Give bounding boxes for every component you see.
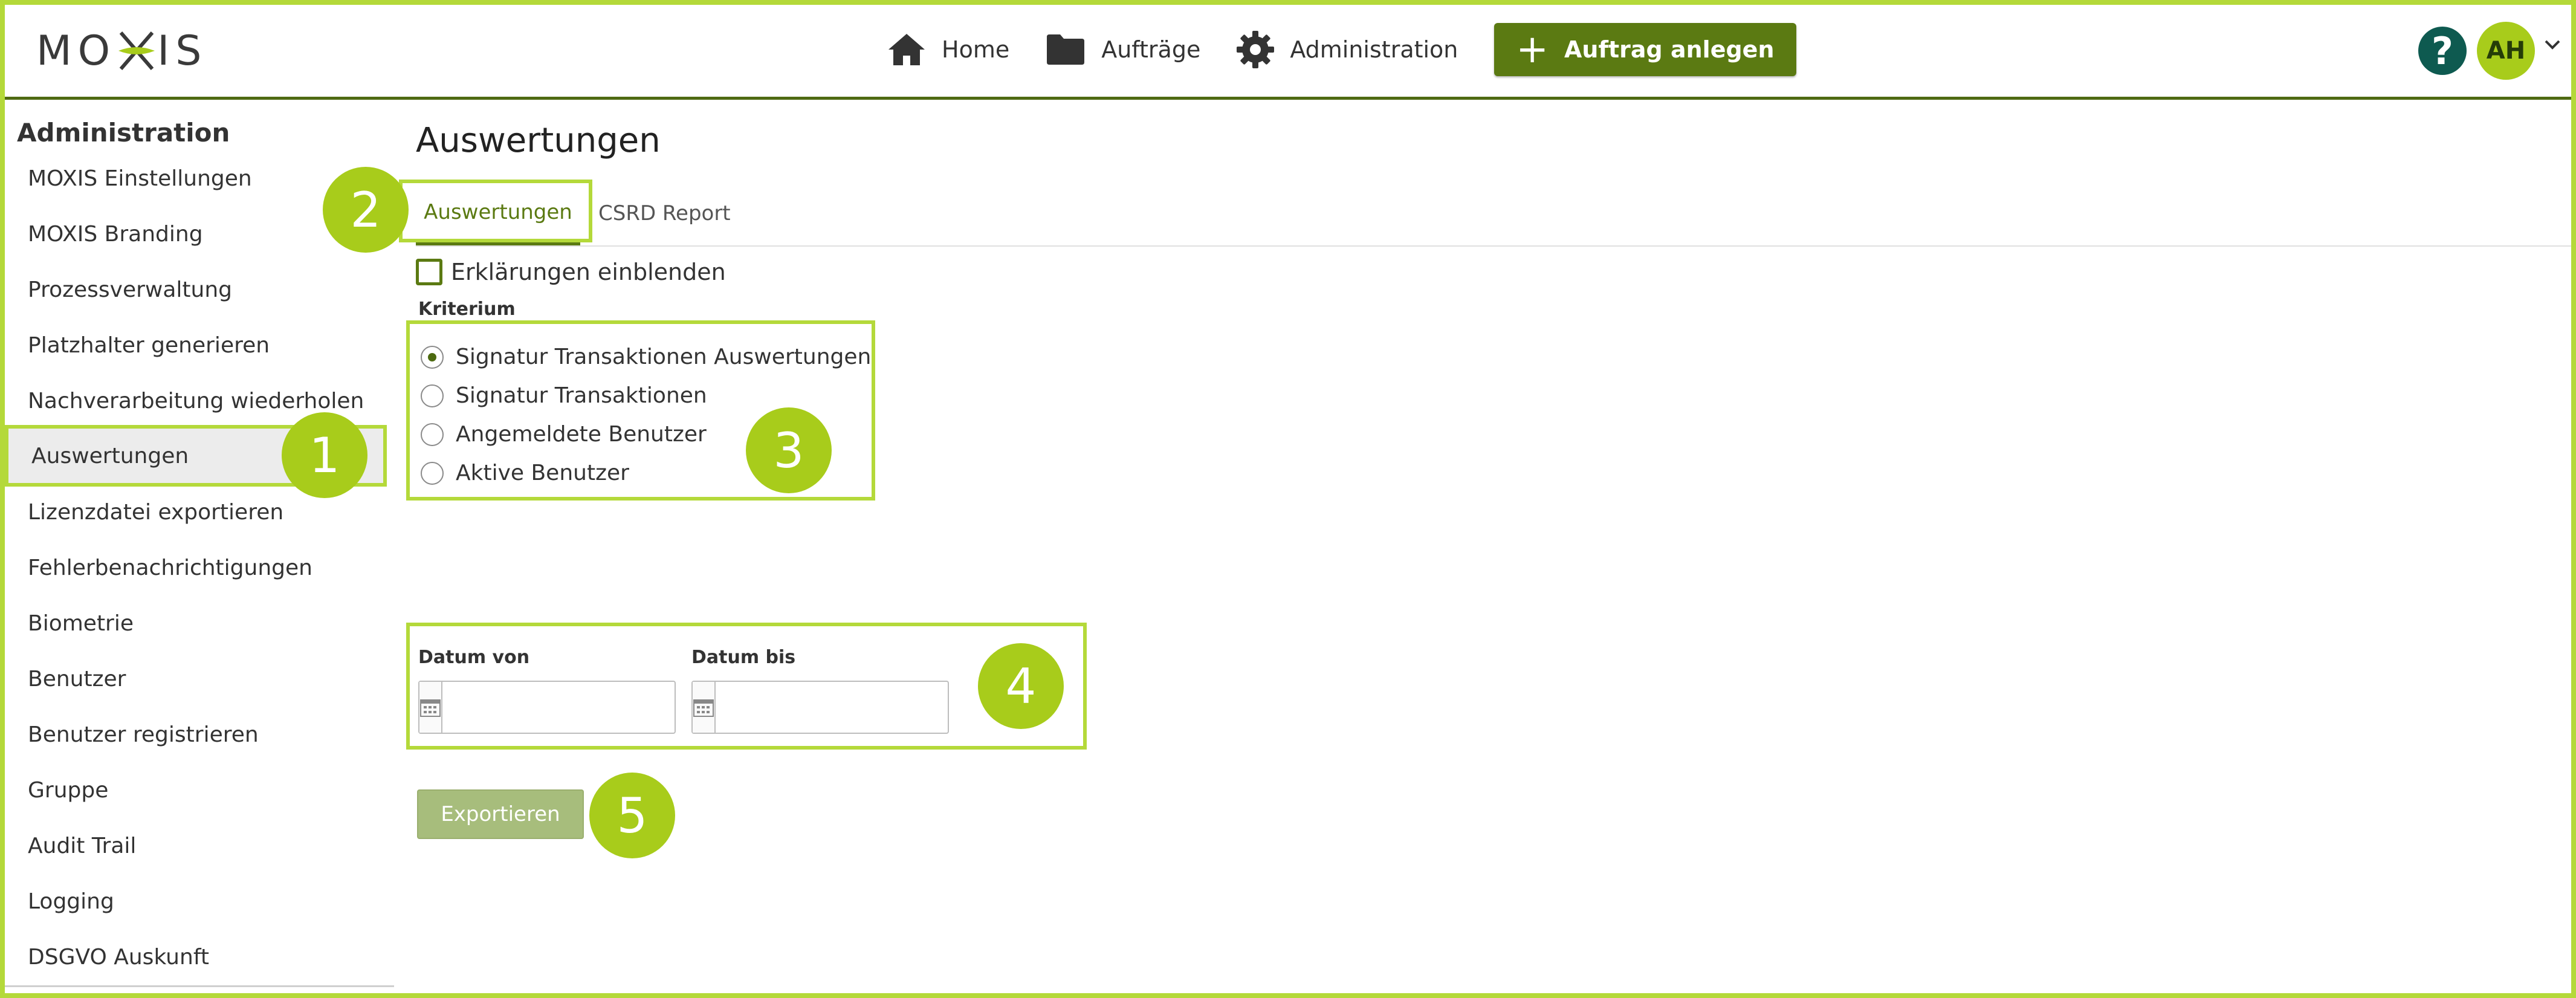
radio-aktive-benutzer[interactable]: Aktive Benutzer (421, 461, 629, 485)
sidebar-item-gruppe[interactable]: Gruppe (5, 762, 387, 818)
sidebar-item-label: Logging (28, 889, 114, 914)
sidebar-item-label: Fehlerbenachrichtigungen (28, 555, 312, 580)
sidebar-item-label: Gruppe (28, 777, 109, 803)
sidebar-item-platzhalter-generieren[interactable]: Platzhalter generieren (5, 317, 387, 373)
create-order-button[interactable]: + Auftrag anlegen (1494, 23, 1796, 76)
radio-button[interactable] (421, 461, 444, 485)
step-badge-3: 3 (746, 407, 832, 493)
sidebar-item-prozessverwaltung[interactable]: Prozessverwaltung (5, 262, 387, 317)
tab-label: CSRD Report (598, 201, 731, 225)
calendar-icon[interactable] (693, 682, 716, 733)
radio-label: Signatur Transaktionen (456, 383, 707, 408)
create-order-label: Auftrag anlegen (1564, 36, 1775, 63)
sidebar-item-audit-trail[interactable]: Audit Trail (5, 818, 387, 873)
show-explanations-label: Erklärungen einblenden (451, 259, 726, 285)
nav-administration[interactable]: Administration (1237, 31, 1458, 68)
sidebar-item-label: MOXIS Einstellungen (28, 166, 252, 191)
radio-signatur-transaktionen[interactable]: Signatur Transaktionen (421, 383, 707, 408)
nav-home-label: Home (942, 36, 1010, 63)
radio-label: Angemeldete Benutzer (456, 422, 707, 447)
gear-icon (1237, 31, 1275, 68)
sidebar-item-label: Biometrie (28, 611, 134, 636)
plus-icon: + (1516, 27, 1549, 72)
tab-csrd-report[interactable]: CSRD Report (598, 181, 731, 245)
step-badge-5: 5 (589, 773, 675, 858)
sidebar-item-label: DSGVO Auskunft (28, 944, 209, 970)
sidebar-item-label: Auswertungen (31, 443, 189, 468)
date-to-field[interactable] (691, 681, 971, 734)
radio-angemeldete-benutzer[interactable]: Angemeldete Benutzer (421, 422, 707, 447)
sidebar-title: Administration (17, 118, 230, 147)
show-explanations-checkbox[interactable] (416, 259, 442, 285)
help-icon[interactable]: ? (2418, 27, 2467, 75)
sidebar-item-benutzer-registrieren[interactable]: Benutzer registrieren (5, 707, 387, 762)
nav-auftraege[interactable]: Aufträge (1046, 33, 1200, 66)
show-explanations-checkbox-row[interactable]: Erklärungen einblenden (416, 259, 726, 285)
nav-auftraege-label: Aufträge (1101, 36, 1201, 63)
sidebar-item-label: Audit Trail (28, 833, 137, 858)
logo-x-mark (118, 30, 155, 71)
date-to-label: Datum bis (691, 647, 796, 668)
date-from-input[interactable] (442, 682, 698, 733)
radio-label: Signatur Transaktionen Auswertungen (456, 345, 872, 369)
main-nav: Home Aufträge Administration + Auftrag a… (887, 22, 1796, 77)
sidebar-item-label: Platzhalter generieren (28, 332, 270, 358)
home-icon (888, 34, 925, 65)
step-badge-4: 4 (978, 643, 1064, 729)
sidebar-item-label: Benutzer registrieren (28, 722, 259, 747)
criterion-label: Kriterium (418, 299, 516, 320)
moxis-logo[interactable]: MO IS (36, 27, 207, 75)
radio-button[interactable] (421, 345, 444, 369)
user-avatar[interactable]: AH (2477, 22, 2535, 80)
radio-button[interactable] (421, 384, 444, 407)
date-from-field[interactable] (418, 681, 698, 734)
sidebar-item-benutzer[interactable]: Benutzer (5, 651, 387, 707)
radio-label: Aktive Benutzer (456, 461, 629, 485)
sidebar-item-fehlerbenachrichtigungen[interactable]: Fehlerbenachrichtigungen (5, 540, 387, 595)
logo-text-left: MO (36, 27, 117, 75)
radio-button[interactable] (421, 423, 444, 446)
folder-icon (1047, 34, 1085, 65)
tab-highlight-box (399, 180, 592, 242)
date-to-input[interactable] (716, 682, 971, 733)
calendar-icon[interactable] (419, 682, 442, 733)
radio-signatur-transaktionen-auswertungen[interactable]: Signatur Transaktionen Auswertungen (421, 345, 871, 369)
sidebar-item-label: MOXIS Branding (28, 221, 203, 247)
export-button[interactable]: Exportieren (417, 789, 584, 839)
sidebar-item-label: Nachverarbeitung wiederholen (28, 388, 364, 413)
step-badge-1: 1 (282, 412, 367, 498)
logo-text-right: IS (157, 27, 208, 75)
date-from-label: Datum von (418, 647, 530, 668)
sidebar-item-label: Benutzer (28, 666, 126, 692)
sidebar-item-label: Prozessverwaltung (28, 277, 233, 302)
sidebar-item-dsgvo-auskunft[interactable]: DSGVO Auskunft (5, 929, 387, 985)
sidebar-item-biometrie[interactable]: Biometrie (5, 595, 387, 651)
step-badge-2: 2 (323, 167, 409, 253)
sidebar-item-logging[interactable]: Logging (5, 873, 387, 929)
page-title: Auswertungen (416, 121, 661, 160)
chevron-down-icon[interactable] (2543, 39, 2561, 51)
tab-bar: Auswertungen CSRD Report (416, 181, 2571, 247)
sidebar-item-label: Lizenzdatei exportieren (28, 499, 284, 525)
nav-administration-label: Administration (1290, 36, 1458, 63)
top-navigation-bar: MO IS Home Aufträge Administration + Auf… (5, 5, 2571, 100)
nav-home[interactable]: Home (887, 33, 1009, 66)
